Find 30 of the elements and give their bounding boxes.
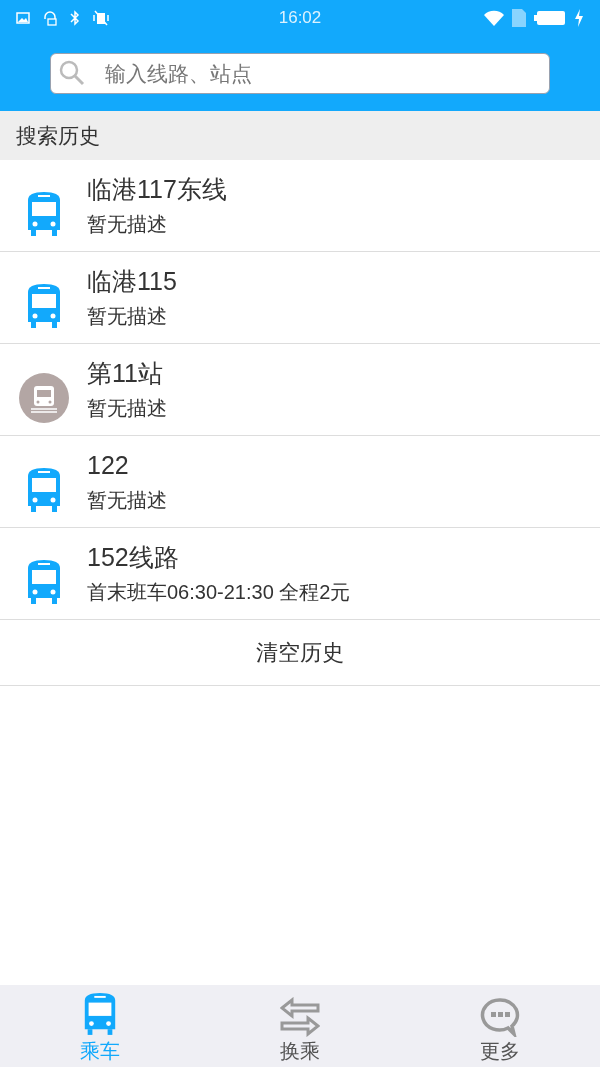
tab[interactable]: 更多	[400, 985, 600, 1067]
route-description: 暂无描述	[87, 490, 167, 510]
history-item[interactable]: 临港115 暂无描述	[0, 252, 600, 344]
route-name: 122	[87, 453, 130, 478]
history-item[interactable]: 122 暂无描述	[0, 436, 600, 528]
section-title: 搜索历史	[16, 122, 100, 149]
chat-bubble-icon	[480, 997, 520, 1037]
route-name: 临港115	[87, 269, 177, 294]
status-time: 16:02	[277, 7, 323, 30]
route-description: 暂无描述	[87, 214, 168, 234]
battery-icon	[534, 10, 566, 26]
train-icon	[18, 372, 69, 423]
charging-icon	[574, 9, 584, 27]
route-description: 暂无描述	[87, 306, 168, 326]
sim-card-icon	[512, 9, 526, 27]
route-name: 152线路	[87, 545, 180, 570]
route-name: 临港117东线	[87, 177, 227, 202]
tab[interactable]: 换乘	[200, 985, 400, 1067]
route-description: 暂无描述	[87, 398, 167, 418]
search-icon	[58, 59, 86, 87]
history-item[interactable]: 临港117东线 暂无描述	[0, 160, 600, 252]
vibrate-off-icon	[92, 10, 110, 26]
bluetooth-icon	[70, 10, 80, 26]
route-description: 首末班车06:30-21:30 全程2元	[87, 582, 351, 602]
wifi-icon	[484, 10, 504, 26]
history-item[interactable]: 第11站 暂无描述	[0, 344, 600, 436]
transfer-arrows-icon	[280, 997, 320, 1037]
search-field[interactable]: 输入线路、站点	[50, 53, 550, 94]
route-name: 第11站	[87, 361, 164, 386]
image-icon	[16, 12, 30, 24]
